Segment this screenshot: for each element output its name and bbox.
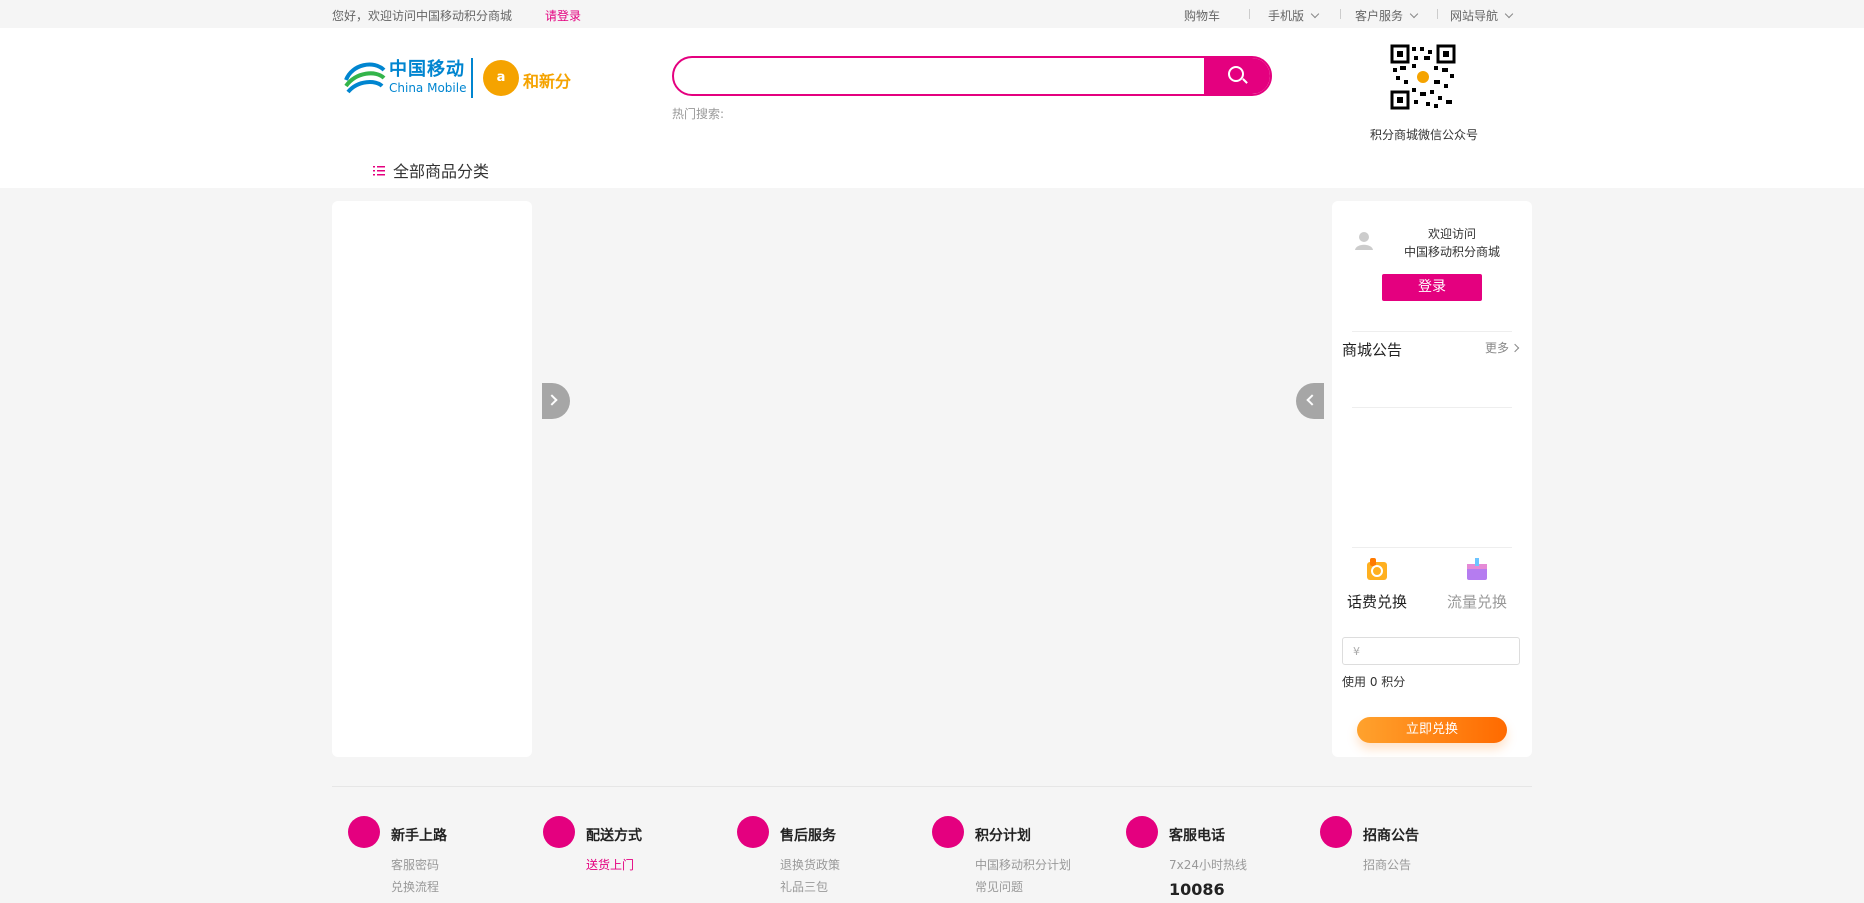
qr-code-label: 积分商城微信公众号 [1370,128,1479,142]
customer-service-menu[interactable]: 客户服务 [1355,7,1419,24]
divider [1437,9,1438,19]
divider [1352,547,1512,548]
customer-service-label: 客户服务 [1355,9,1404,23]
footer-col-title: 配送方式 [586,828,642,844]
cart-label: 购物车 [1184,9,1221,23]
tab-phone-fee-label: 话费兑换 [1346,593,1407,611]
header: 中国移动 China Mobile a 和新分 热门搜索: 积分商城微信公众号 [0,28,1864,188]
phone-fee-icon [1367,558,1387,580]
footer-link[interactable]: 中国移动积分计划 [975,856,1071,873]
carousel-prev-button[interactable] [1296,383,1324,419]
hotline-number: 10086 [1169,880,1225,899]
footer-col-title: 招商公告 [1363,828,1419,844]
footer-link[interactable]: 常见问题 [975,878,1023,895]
user-panel: 欢迎访问 中国移动积分商城 登录 商城公告 更多 话费兑换 流量兑换 ¥ 使用 … [1332,201,1532,757]
hexinfen-wordmark: 和新分 [523,72,572,91]
mobile-version-label: 手机版 [1268,9,1305,23]
all-categories-menu[interactable]: 全部商品分类 [373,158,489,182]
list-icon [373,166,385,176]
chevron-down-icon [1504,9,1514,19]
user-avatar-icon [1346,223,1382,259]
exchange-now-button[interactable]: 立即兑换 [1357,717,1507,743]
footer-link[interactable]: 礼品三包 [780,878,828,895]
footer-link[interactable]: 退换货政策 [780,856,840,873]
site-nav-menu[interactable]: 网站导航 [1450,7,1514,24]
points-used-text: 使用 0 积分 [1342,675,1406,689]
login-link[interactable]: 请登录 [545,7,581,24]
footer-divider [332,786,1532,787]
divider [1340,9,1341,19]
hand-heart-icon [737,816,769,848]
search-input[interactable] [688,58,1208,94]
search-icon [1228,66,1244,82]
footer-link[interactable]: 送货上门 [586,856,634,873]
china-mobile-wordmark: 中国移动 China Mobile [389,60,466,96]
welcome-message: 欢迎访问 中国移动积分商城 [1382,225,1522,261]
search-button[interactable] [1204,58,1270,94]
search-bar [672,56,1272,96]
footer-link[interactable]: 客服密码 [391,856,439,873]
all-categories-label: 全部商品分类 [393,162,490,181]
amount-field: ¥ [1342,637,1520,665]
welcome-text: 您好，欢迎访问中国移动积分商城 [332,9,513,23]
chevron-right-icon [546,394,558,406]
logo-en-text: China Mobile [389,81,467,95]
chevron-left-icon [1306,394,1318,406]
footer-link: 7x24小时热线 [1169,858,1248,872]
divider [1249,9,1250,19]
logo-divider [471,58,473,98]
announcement-icon [1320,816,1352,848]
truck-icon [543,816,575,848]
chevron-down-icon [1310,9,1320,19]
notice-more-link[interactable]: 更多 [1485,339,1520,356]
tab-phone-fee-exchange[interactable]: 话费兑换 [1342,558,1412,612]
logo-cn-text: 中国移动 [389,59,465,80]
chevron-right-icon [1510,343,1520,353]
beginner-guide-icon [348,816,380,848]
mobile-version-menu[interactable]: 手机版 [1268,7,1320,24]
tab-data-label: 流量兑换 [1446,593,1507,611]
tab-data-exchange[interactable]: 流量兑换 [1442,558,1512,612]
footer-col-title: 新手上路 [391,828,447,844]
welcome-line-2: 中国移动积分商城 [1403,245,1500,259]
notice-title: 商城公告 [1342,341,1403,359]
coins-icon [932,816,964,848]
footer-link[interactable]: 兑换流程 [391,878,439,895]
footer-col-title: 客服电话 [1169,828,1225,844]
wechat-qr-code [1390,44,1456,110]
currency-symbol: ¥ [1353,645,1360,658]
hexinfen-logo-icon: a [483,60,519,96]
cart-link[interactable]: 购物车 [1184,7,1220,24]
site-nav-label: 网站导航 [1450,9,1499,23]
banner-carousel[interactable] [532,201,1332,757]
phone-icon [1126,816,1158,848]
china-mobile-logo-icon[interactable] [342,58,388,98]
footer-col-title: 售后服务 [780,828,836,844]
chevron-down-icon [1409,9,1419,19]
data-flow-icon [1467,558,1487,580]
amount-input[interactable] [1367,640,1517,662]
category-panel [332,201,532,757]
divider [1352,407,1512,408]
notice-more-label: 更多 [1485,341,1510,355]
divider [1352,331,1512,332]
footer-link[interactable]: 招商公告 [1363,856,1411,873]
login-button[interactable]: 登录 [1382,274,1482,301]
footer-col-title: 积分计划 [975,828,1031,844]
top-bar: 您好，欢迎访问中国移动积分商城 请登录 购物车 手机版 客户服务 网站导航 [0,0,1864,28]
hot-search-label: 热门搜索: [672,107,725,121]
welcome-line-1: 欢迎访问 [1427,227,1476,241]
